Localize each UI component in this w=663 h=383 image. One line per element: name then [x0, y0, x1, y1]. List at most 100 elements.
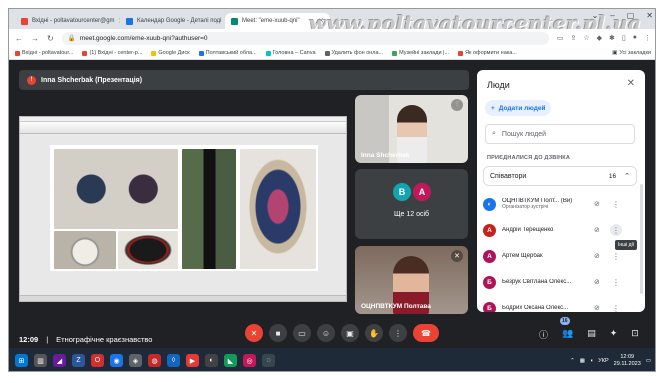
participant-row[interactable]: Б Бодрих Оксана Олекс... ⊘ ⋮ — [483, 296, 637, 312]
volume-icon[interactable]: ◖ — [590, 358, 593, 364]
tab-calendar[interactable]: Календар Google - Деталі поді ✕ — [120, 13, 225, 29]
participant-row[interactable]: Б Безрук Світлана Олекс... ⊘ ⋮ — [483, 270, 637, 294]
bookmark[interactable]: Музейні заклади |... — [392, 50, 449, 56]
tab-label: Meet: "eme-xuub-qni" — [242, 18, 300, 24]
notifications-icon[interactable]: ▭ — [646, 358, 651, 364]
back-icon[interactable]: ← — [15, 34, 23, 43]
bookmark[interactable]: Полтавський обла... — [198, 50, 257, 56]
more-actions-button[interactable]: ⋮ — [610, 250, 622, 262]
participant-row[interactable]: ◐ ОЦНПВТКУМ Полт... (Ви) Організатор зуст… — [483, 192, 637, 216]
contributors-group[interactable]: Співавтори 16 ⌃ — [483, 166, 637, 186]
participant-row[interactable]: А Артем Щербак ⊘ ⋮ — [483, 244, 637, 268]
participant-tile-self[interactable]: ✕ ОЦНПВТКУМ Полтава — [355, 246, 468, 314]
app-icon[interactable]: ▶ — [186, 354, 199, 367]
presenter-label: Inna Shcherbak (Презентація) — [41, 76, 143, 84]
people-button[interactable]: 16 👥 — [560, 317, 573, 341]
site-icon — [392, 50, 398, 56]
more-actions-button[interactable]: ⋮ — [610, 224, 622, 236]
app-icon[interactable]: ◎ — [243, 354, 256, 367]
reload-icon[interactable]: ↻ — [47, 34, 54, 43]
share-icon[interactable]: ⇪ — [570, 34, 576, 42]
opera-icon[interactable]: O — [91, 354, 104, 367]
forward-icon[interactable]: → — [31, 34, 39, 43]
mic-off-icon: ⊘ — [594, 305, 600, 312]
oval-pendant-image — [240, 149, 316, 269]
network-icon[interactable]: ▦ — [580, 358, 585, 364]
app-icon[interactable]: ◣ — [224, 354, 237, 367]
meet-area: ! Inna Shcherbak (Презентація) ⫶ Inna Sh… — [9, 60, 655, 348]
star-icon[interactable]: ☆ — [583, 34, 589, 42]
sidebar-icon[interactable]: ▯ — [622, 34, 626, 42]
camera-icon[interactable]: ▭ — [557, 34, 564, 42]
shield-icon[interactable]: ◊ — [167, 354, 180, 367]
participant-tile-presenter[interactable]: ⫶ Inna Shcherbak — [355, 95, 468, 163]
bookmark-label: (1) Вхідні - center-p... — [89, 50, 143, 56]
extension-icon[interactable]: ◆ — [597, 34, 602, 42]
all-bookmarks[interactable]: ▣ Усі закладки — [612, 50, 651, 56]
windows-start-icon[interactable]: ⊞ — [15, 354, 28, 367]
profile-icon[interactable]: ● — [633, 34, 637, 42]
meeting-time: 12:09 — [19, 335, 39, 344]
mic-off-button[interactable]: ✕ — [245, 324, 263, 342]
app-icon[interactable]: ◍ — [148, 354, 161, 367]
close-icon[interactable]: ✕ — [627, 78, 635, 89]
tab-gmail[interactable]: Вхідні - poltavatourcenter@gm ✕ — [15, 13, 120, 29]
more-actions-button[interactable]: ⋮ — [610, 198, 622, 210]
app-icon[interactable]: ◐ — [205, 354, 218, 367]
windows-taskbar: ⊞ ▥ ◢ Z O ◉ ◈ ◍ ◊ ▶ ◐ ◣ ◎ ◌ ⌃ ▦ ◖ УКР 12… — [9, 348, 655, 371]
more-participants-tile[interactable]: В А Ще 12 осіб — [355, 169, 468, 239]
bookmark[interactable]: Вхідні - poltavatour... — [15, 50, 73, 56]
meet-icon — [231, 17, 238, 25]
bookmark[interactable]: Як оформити нака... — [458, 50, 517, 56]
avatar: А — [483, 223, 496, 237]
language-indicator[interactable]: УКР — [598, 358, 608, 364]
present-button[interactable]: ▣ — [341, 324, 359, 342]
bookmark-label: Удалить фон онла... — [331, 50, 384, 56]
bookmark-label: Вхідні - poltavatour... — [22, 50, 74, 56]
add-people-button[interactable]: + Додати людей — [485, 100, 552, 116]
menu-dots-icon[interactable]: ⋮ — [644, 34, 651, 42]
people-search-input[interactable]: ⌕ Пошук людей — [485, 124, 635, 144]
group-count: 16 — [608, 172, 617, 180]
captions-button[interactable]: ▭ — [293, 324, 311, 342]
slide-thumbnails — [20, 145, 40, 295]
app-icon[interactable]: ◈ — [129, 354, 142, 367]
people-panel: Люди ✕ + Додати людей ⌕ Пошук людей ПРИЄ… — [477, 70, 645, 312]
end-call-button[interactable]: ☎ — [413, 324, 439, 342]
separator: | — [46, 335, 49, 344]
chevron-up-icon[interactable]: ⌃ — [570, 358, 575, 364]
bookmark[interactable]: Головна – Canva — [265, 50, 316, 56]
address-bar[interactable]: 🔒 meet.google.com/eme-xuub-qni?authuser=… — [61, 31, 549, 45]
panel-scrollbar[interactable] — [640, 184, 643, 294]
embroidered-bracelet-image — [118, 231, 178, 269]
bookmark[interactable]: Google Диск — [151, 50, 190, 56]
participant-row[interactable]: А Андрій Терещенко ⊘ ⋮ — [483, 218, 637, 242]
app-icon[interactable]: ◌ — [262, 354, 275, 367]
activities-icon[interactable]: ✦ — [610, 328, 618, 341]
clock[interactable]: 12:09 29.11.2023 — [614, 354, 641, 367]
mic-off-icon: ⊘ — [594, 201, 600, 208]
chrome-icon[interactable]: ◉ — [110, 354, 123, 367]
chat-icon[interactable]: ▤ — [587, 328, 596, 341]
raise-hand-button[interactable]: ✋ — [365, 324, 383, 342]
more-actions-button[interactable]: ⋮ — [610, 276, 622, 288]
close-window-icon[interactable]: ✕ — [646, 11, 653, 20]
emoji-button[interactable]: ☺ — [317, 324, 335, 342]
bookmark[interactable]: (1) Вхідні - center-p... — [82, 50, 142, 56]
lock-icon[interactable]: ⊡ — [631, 328, 639, 341]
info-icon[interactable]: ⓘ — [539, 328, 548, 341]
drive-icon — [151, 50, 157, 56]
more-options-button[interactable]: ⋮ — [389, 324, 407, 342]
visual-studio-icon[interactable]: ◢ — [53, 354, 66, 367]
z-app-icon[interactable]: Z — [72, 354, 85, 367]
extensions-puzzle-icon[interactable]: ✱ — [609, 34, 615, 42]
gmail-icon — [82, 50, 88, 56]
bookmark[interactable]: Удалить фон онла... — [324, 50, 384, 56]
participant-name: Безрук Світлана Олекс... — [502, 279, 572, 285]
file-explorer-icon[interactable]: ▥ — [34, 354, 47, 367]
more-actions-button[interactable]: ⋮ — [610, 302, 622, 313]
site-icon — [198, 50, 204, 56]
participant-name: Андрій Терещенко — [502, 227, 554, 233]
camera-button[interactable]: ■ — [269, 324, 287, 342]
site-icon — [458, 50, 464, 56]
